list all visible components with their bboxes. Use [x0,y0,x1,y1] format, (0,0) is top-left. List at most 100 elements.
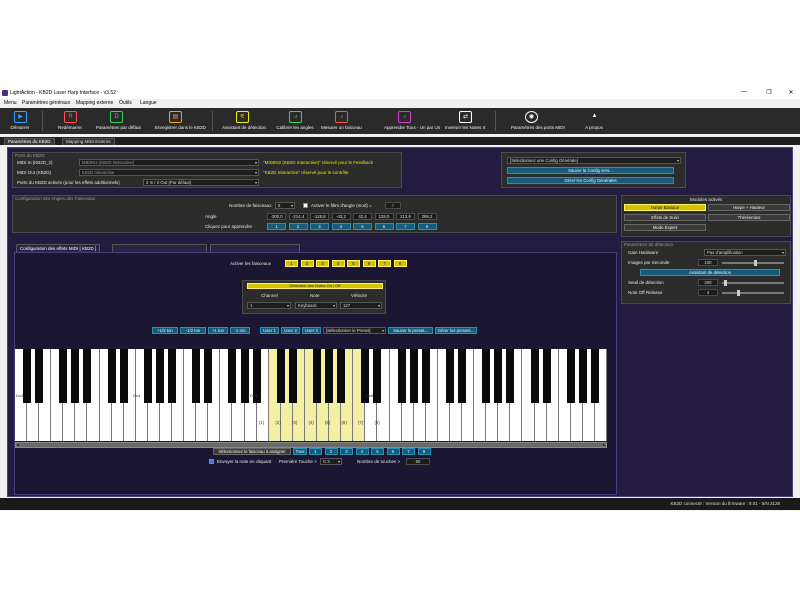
black-key[interactable] [578,349,587,403]
black-key[interactable] [337,349,346,403]
midi-in-select[interactable]: MIDIIN2 (KB2D Interactive) ▾ [79,159,259,166]
angle-filter-value[interactable]: 0 [385,202,401,209]
activate-beam-button-8[interactable]: 8 [393,260,407,267]
fps-value[interactable]: 100 [698,259,718,266]
black-key[interactable] [204,349,213,403]
defaults-button[interactable]: D Paramètres par défaut [96,110,141,132]
learn-all-button[interactable]: ⩘ Apprendre Tous - Un par Un [384,110,440,132]
black-key[interactable] [71,349,80,403]
note-select[interactable]: Keyboard ▾ [295,302,337,309]
tab-effects-2[interactable] [112,244,207,252]
learn-beam-button-5[interactable]: 5 [353,223,372,230]
first-key-select[interactable]: C 3 ▾ [320,458,342,465]
save-to-kb2d-button[interactable]: ▤ Enregistrer dans le KB2D [155,110,206,132]
assign-beam-button-2[interactable]: 2 [324,448,338,455]
gain-select[interactable]: Pas d'amplification ▾ [704,249,786,256]
black-key[interactable] [530,349,539,403]
midi-ports-button[interactable]: ◉ Paramètres des ports MIDI [511,110,565,132]
detection-assistant-button[interactable]: ⚟ Assistant de détection [222,110,266,132]
note-detection-header[interactable]: Détection des Notes On / Off [247,283,383,289]
black-key[interactable] [168,349,177,403]
learn-beam-button-3[interactable]: 3 [310,223,329,230]
preset-select[interactable]: [Sélectionner le Preset] ▾ [323,327,386,334]
send-note-checkbox[interactable] [209,459,214,464]
black-key[interactable] [276,349,285,403]
assign-beam-button-3[interactable]: 3 [340,448,353,455]
about-button[interactable]: ▲ A propos [584,110,604,132]
noteoff-slider-knob[interactable] [736,290,740,296]
black-key[interactable] [107,349,116,403]
velocity-select[interactable]: 127 ▾ [340,302,382,309]
tab-kb2d-params[interactable]: Paramètres du KB2D [4,138,55,145]
num-keys-value[interactable]: 60 [406,458,430,465]
module-theremins[interactable]: Théréemins [708,214,790,221]
channel-select[interactable]: 1 ▾ [247,302,291,309]
module-expert-mode[interactable]: Mode Expert [624,224,706,231]
restart-button[interactable]: R Redémarrer [58,110,82,132]
save-config-button[interactable]: Sauver la Config vers... [507,167,674,174]
black-key[interactable] [313,349,322,403]
black-key[interactable] [542,349,551,403]
assign-beam-button-7[interactable]: 7 [402,448,415,455]
effects-ports-select[interactable]: 2 In / 2 Out (Par défaut) ▾ [143,179,259,186]
maximize-button[interactable]: ❐ [760,89,778,97]
learn-beam-button-7[interactable]: 7 [396,223,415,230]
angle-filter-checkbox[interactable] [303,203,308,208]
assign-beam-button-6[interactable]: 6 [386,448,400,455]
save-preset-button[interactable]: Sauver le preset... [388,327,433,334]
noteoff-slider[interactable] [722,290,784,296]
assign-beam-button-8[interactable]: 8 [417,448,431,455]
noteoff-value[interactable]: 4 [698,289,718,296]
black-key[interactable] [421,349,430,403]
menu-item-external-mapping[interactable]: Mapping externe [76,100,113,106]
learn-beam-button-2[interactable]: 2 [288,223,308,230]
transpose-minus-half-button[interactable]: -1/2 ton [180,327,206,334]
black-key[interactable] [590,349,599,403]
black-key[interactable] [155,349,164,403]
tab-midi-effects[interactable]: Configuration des effets MIDI [ KB2D ] [16,244,101,252]
learn-beam-button-1[interactable]: 1 [267,223,286,230]
threshold-slider[interactable] [722,280,784,286]
threshold-slider-knob[interactable] [723,280,727,286]
black-key[interactable] [445,349,454,403]
black-key[interactable] [83,349,92,403]
activate-beam-button-3[interactable]: 3 [316,260,329,267]
menu-item-language[interactable]: Langue [140,100,157,106]
black-key[interactable] [119,349,128,403]
black-key[interactable] [228,349,237,403]
black-key[interactable] [482,349,491,403]
manage-presets-button[interactable]: Gérer les presets... [435,327,477,334]
black-key[interactable] [373,349,382,403]
black-key[interactable] [506,349,515,403]
invert-notes-button[interactable]: ⇄ Inverser les Notes X [445,110,486,132]
assign-beam-button-5[interactable]: 5 [371,448,384,455]
black-key[interactable] [240,349,249,403]
general-config-select[interactable]: [Sélectionnez une Config Générale] ▾ [507,157,681,164]
black-key[interactable] [192,349,201,403]
black-key[interactable] [59,349,68,403]
piano-keyboard[interactable]: Do3 Do4 Do5 Do6 (1) (2) (3) (4) (5) (6) (7) (8) [15,349,607,441]
activate-beam-button-4[interactable]: 4 [331,260,345,267]
black-key[interactable] [409,349,418,403]
menu-item-general-params[interactable]: Paramètres généraux [22,100,70,106]
module-tracking-effects[interactable]: Effets de Suivi [624,214,706,221]
module-basic-harp[interactable]: Harpe Basique [624,204,706,211]
black-key[interactable] [494,349,503,403]
start-button[interactable]: ▶ Démarrer [10,110,30,132]
midi-out-select[interactable]: KB2D Interactive ▾ [79,169,259,176]
black-key[interactable] [35,349,44,403]
tab-external-midi-mapping[interactable]: Mapping MIDI Externe [62,138,115,145]
menu-item-tools[interactable]: Outils [119,100,132,106]
scroll-left-icon[interactable]: ◂ [17,442,19,447]
black-key[interactable] [325,349,334,403]
fps-slider-knob[interactable] [754,260,758,266]
transpose-minus-one-button[interactable]: -1 ton [230,327,250,334]
minimize-button[interactable]: — [735,89,753,97]
tab-effects-3[interactable] [210,244,300,252]
close-button[interactable]: ✕ [782,89,800,97]
assign-all-button[interactable]: Tous [293,448,307,455]
scroll-right-icon[interactable]: ▸ [603,442,605,447]
black-key[interactable] [397,349,406,403]
learn-beam-button-6[interactable]: 6 [374,223,394,230]
manage-configs-button[interactable]: Gérer les Config Générales [507,177,674,184]
